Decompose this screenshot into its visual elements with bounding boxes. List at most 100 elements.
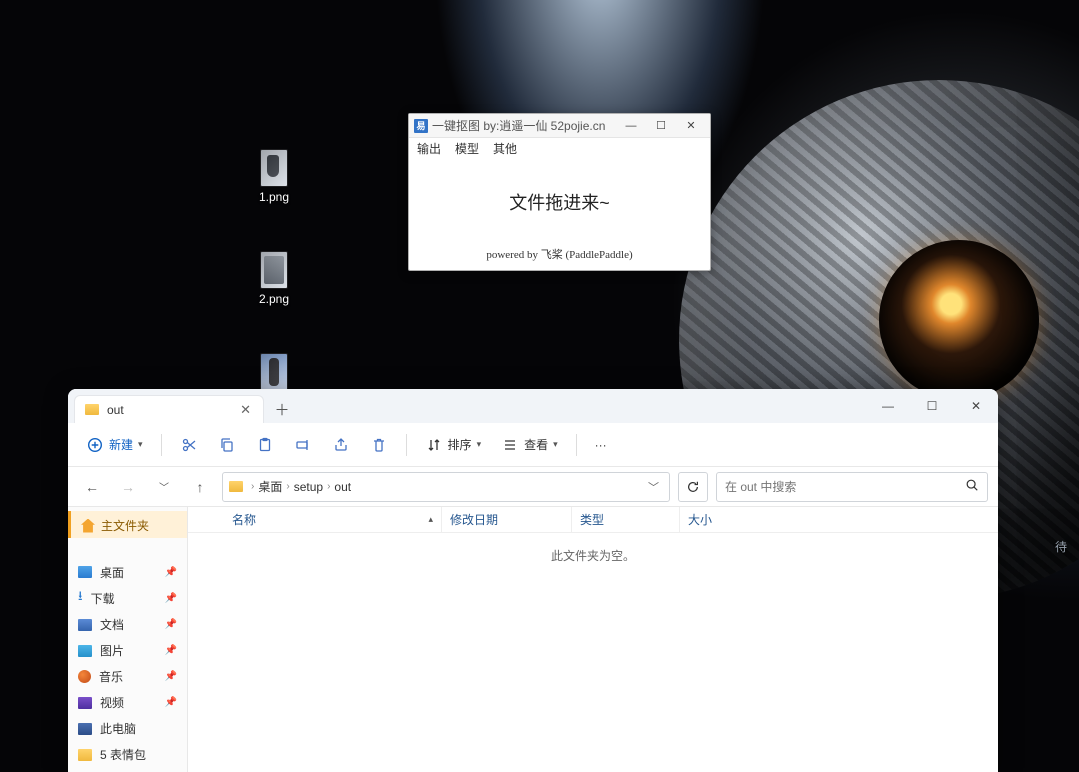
breadcrumb-desktop[interactable]: 桌面 <box>258 478 282 495</box>
sidebar-item-videos[interactable]: 视频📌 <box>68 690 187 716</box>
document-icon <box>78 619 92 631</box>
search-box[interactable] <box>716 472 988 502</box>
paste-button[interactable] <box>248 430 282 460</box>
sort-button[interactable]: 排序 ▾ <box>417 430 490 460</box>
sort-label: 排序 <box>448 436 472 453</box>
pin-icon[interactable]: 📌 <box>165 697 177 708</box>
cut-button[interactable] <box>172 430 206 460</box>
pin-icon[interactable]: 📌 <box>165 645 177 656</box>
scissors-icon <box>180 436 198 454</box>
pin-icon[interactable]: 📌 <box>165 671 177 682</box>
pc-icon <box>78 723 92 735</box>
wallpaper-lens <box>879 240 1039 400</box>
rename-icon <box>294 436 312 454</box>
sidebar-item-music[interactable]: 音乐 📌 <box>68 664 187 690</box>
breadcrumb-out[interactable]: out <box>334 480 351 494</box>
drop-zone[interactable]: 文件拖进来~ <box>409 158 710 246</box>
download-icon: ⭳ <box>78 587 83 609</box>
trash-icon <box>370 436 388 454</box>
chevron-down-icon: ▾ <box>553 439 558 450</box>
ellipsis-icon: ··· <box>595 438 607 452</box>
file-thumbnail-icon <box>261 252 287 288</box>
file-explorer-window: out ✕ ＋ — ☐ ✕ 新建 ▾ 排序 ▾ <box>68 389 998 772</box>
address-dropdown[interactable]: ﹀ <box>644 479 663 495</box>
sidebar-item-emoji[interactable]: 5 表情包 <box>68 742 187 768</box>
app-footer: powered by 飞桨 (PaddlePaddle) <box>409 246 710 270</box>
sidebar-group-home[interactable]: 主文件夹 <box>68 511 187 538</box>
file-thumbnail-icon <box>261 150 287 186</box>
app-icon: 易 <box>414 119 428 133</box>
sidebar-item-thispc[interactable]: 此电脑 <box>68 716 187 742</box>
sidebar-item-label: 桌面 <box>100 564 124 581</box>
explorer-body: 主文件夹 桌面📌 ⭳下载📌 文档📌 图片📌 音乐📌 视频📌 此电脑 5 表情包 … <box>68 507 998 772</box>
empty-folder-message: 此文件夹为空。 <box>188 533 998 578</box>
explorer-minimize-button[interactable]: — <box>866 389 910 423</box>
delete-button[interactable] <box>362 430 396 460</box>
explorer-maximize-button[interactable]: ☐ <box>910 389 954 423</box>
chevron-down-icon: ▾ <box>477 439 482 450</box>
home-icon <box>81 519 95 533</box>
nav-up-button[interactable]: ↑ <box>186 473 214 501</box>
explorer-close-button[interactable]: ✕ <box>954 389 998 423</box>
view-button[interactable]: 查看 ▾ <box>493 430 566 460</box>
chevron-right-icon: › <box>327 481 330 492</box>
minimize-button[interactable]: — <box>616 115 646 137</box>
menu-other[interactable]: 其他 <box>493 140 517 157</box>
sidebar-item-label: 文档 <box>100 616 124 633</box>
matting-app-window: 易 一键抠图 by:逍遥一仙 52pojie.cn — ☐ ✕ 输出 模型 其他… <box>408 113 711 271</box>
search-icon[interactable] <box>965 478 979 495</box>
column-type[interactable]: 类型 <box>572 507 680 532</box>
copy-button[interactable] <box>210 430 244 460</box>
nav-forward-button[interactable]: → <box>114 473 142 501</box>
sort-icon <box>425 436 443 454</box>
menu-model[interactable]: 模型 <box>455 140 479 157</box>
nav-back-button[interactable]: ← <box>78 473 106 501</box>
sidebar-item-label: 此电脑 <box>100 720 136 737</box>
pin-icon[interactable]: 📌 <box>165 567 177 578</box>
rename-button[interactable] <box>286 430 320 460</box>
explorer-tab-out[interactable]: out ✕ <box>74 395 264 423</box>
sidebar-item-pictures[interactable]: 图片📌 <box>68 638 187 664</box>
pin-icon[interactable]: 📌 <box>165 593 177 604</box>
share-icon <box>332 436 350 454</box>
plus-circle-icon <box>86 436 104 454</box>
sidebar-item-documents[interactable]: 文档 📌 <box>68 611 187 637</box>
file-label: 1.png <box>259 190 289 204</box>
desktop-file-2png[interactable]: 2.png <box>259 252 289 306</box>
menu-output[interactable]: 输出 <box>417 140 441 157</box>
address-bar[interactable]: › 桌面 › setup › out ﹀ <box>222 472 670 502</box>
nav-recent-dropdown[interactable]: ﹀ <box>150 473 178 501</box>
maximize-button[interactable]: ☐ <box>646 115 676 137</box>
column-size[interactable]: 大小 <box>680 507 750 532</box>
sidebar-resize-handle[interactable] <box>188 498 192 772</box>
pin-icon[interactable]: 📌 <box>165 619 177 630</box>
chevron-right-icon: › <box>251 481 254 492</box>
share-button[interactable] <box>324 430 358 460</box>
column-name[interactable]: 名称▴ <box>224 507 442 532</box>
sidebar-item-label: 5 表情包 <box>100 746 146 763</box>
picture-icon <box>78 645 92 657</box>
tab-close-button[interactable]: ✕ <box>238 400 253 420</box>
close-button[interactable]: ✕ <box>676 115 706 137</box>
new-button[interactable]: 新建 ▾ <box>78 430 151 460</box>
new-tab-button[interactable]: ＋ <box>268 395 296 423</box>
view-icon <box>501 436 519 454</box>
desktop-file-1png[interactable]: 1.png <box>259 150 289 204</box>
sidebar-item-desktop[interactable]: 桌面 📌 <box>68 559 187 585</box>
new-label: 新建 <box>109 436 133 453</box>
chevron-right-icon: › <box>286 481 289 492</box>
sidebar-item-downloads[interactable]: ⭳下载📌 <box>68 585 187 611</box>
explorer-toolbar: 新建 ▾ 排序 ▾ 查看 ▾ ··· <box>68 423 998 467</box>
search-input[interactable] <box>725 480 959 494</box>
column-date[interactable]: 修改日期 <box>442 507 572 532</box>
breadcrumb-setup[interactable]: setup <box>294 480 323 494</box>
app-menubar: 输出 模型 其他 <box>409 138 710 158</box>
sidebar-group-label: 主文件夹 <box>101 517 149 534</box>
app-titlebar[interactable]: 易 一键抠图 by:逍遥一仙 52pojie.cn — ☐ ✕ <box>409 114 710 138</box>
sidebar-item-label: 音乐 <box>99 668 123 685</box>
more-button[interactable]: ··· <box>587 430 615 460</box>
refresh-button[interactable] <box>678 472 708 502</box>
tab-title: out <box>107 403 124 417</box>
column-headers: 名称▴ 修改日期 类型 大小 <box>188 507 998 533</box>
file-label: 2.png <box>259 292 289 306</box>
